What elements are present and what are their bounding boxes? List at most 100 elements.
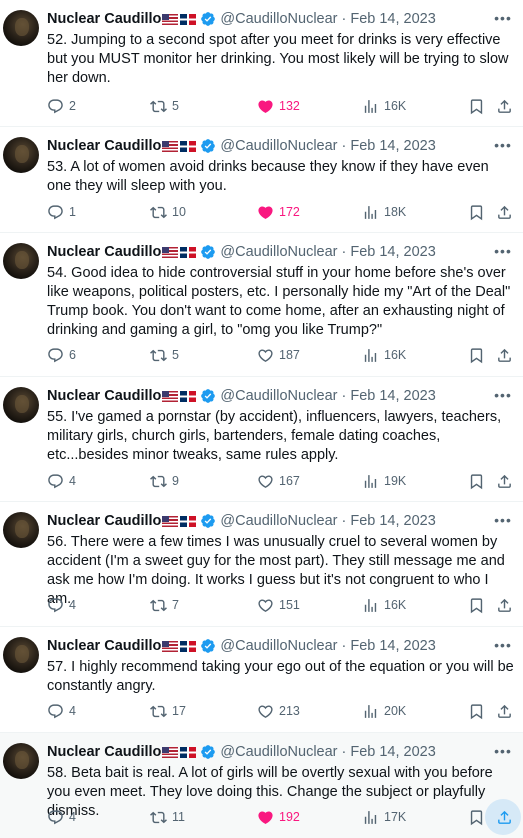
reply-button[interactable]: 4: [47, 807, 76, 827]
tweet-date[interactable]: Feb 14, 2023: [350, 138, 435, 154]
views-button[interactable]: 20K: [362, 701, 406, 721]
bookmark-icon: [470, 204, 483, 220]
separator-dot: ·: [341, 513, 347, 529]
display-name[interactable]: Nuclear Caudillo: [47, 138, 161, 154]
retweet-button[interactable]: 17: [150, 701, 186, 721]
tweet-date[interactable]: Feb 14, 2023: [350, 638, 435, 654]
views-button[interactable]: 17K: [362, 807, 406, 827]
display-name[interactable]: Nuclear Caudillo: [47, 11, 161, 27]
bookmark-button[interactable]: [468, 471, 485, 491]
more-options-icon[interactable]: •••: [493, 135, 513, 155]
tweet-date[interactable]: Feb 14, 2023: [350, 11, 435, 27]
retweet-button[interactable]: 10: [150, 202, 186, 222]
share-button[interactable]: [496, 701, 513, 721]
more-options-icon[interactable]: •••: [493, 241, 513, 261]
tweet[interactable]: Nuclear Caudillo @CaudilloNuclear · Feb …: [0, 627, 523, 733]
user-handle[interactable]: @CaudilloNuclear: [220, 388, 337, 404]
retweet-button[interactable]: 9: [150, 471, 179, 491]
retweet-button[interactable]: 5: [150, 96, 179, 116]
reply-count: 4: [69, 474, 76, 488]
avatar[interactable]: [3, 512, 39, 548]
heart-icon: [258, 704, 273, 718]
display-name[interactable]: Nuclear Caudillo: [47, 744, 161, 760]
tweet-text: 55. I've gamed a pornstar (by accident),…: [47, 409, 502, 463]
tweet-actions: 4 9 167 19K: [47, 471, 515, 491]
user-handle[interactable]: @CaudilloNuclear: [220, 513, 337, 529]
share-button[interactable]: [496, 471, 513, 491]
avatar[interactable]: [3, 10, 39, 46]
reply-button[interactable]: 4: [47, 471, 76, 491]
reply-button[interactable]: 6: [47, 345, 76, 365]
tweet-text: 53. A lot of women avoid drinks because …: [47, 159, 489, 194]
like-button[interactable]: 132: [257, 96, 300, 116]
avatar[interactable]: [3, 243, 39, 279]
share-button[interactable]: [496, 807, 513, 827]
more-options-icon[interactable]: •••: [493, 635, 513, 655]
reply-icon: [48, 703, 63, 718]
reply-button[interactable]: 4: [47, 595, 76, 615]
tweet-header: Nuclear Caudillo @CaudilloNuclear · Feb …: [47, 741, 515, 763]
reply-button[interactable]: 2: [47, 96, 76, 116]
views-button[interactable]: 16K: [362, 96, 406, 116]
bookmark-button[interactable]: [468, 345, 485, 365]
reply-count: 6: [69, 348, 76, 362]
display-name[interactable]: Nuclear Caudillo: [47, 244, 161, 260]
share-button[interactable]: [496, 345, 513, 365]
bookmark-button[interactable]: [468, 807, 485, 827]
avatar[interactable]: [3, 387, 39, 423]
retweet-count: 7: [172, 598, 179, 612]
like-button[interactable]: 167: [257, 471, 300, 491]
more-options-icon[interactable]: •••: [493, 510, 513, 530]
more-options-icon[interactable]: •••: [493, 385, 513, 405]
reply-button[interactable]: 1: [47, 202, 76, 222]
display-name[interactable]: Nuclear Caudillo: [47, 388, 161, 404]
tweet[interactable]: Nuclear Caudillo @CaudilloNuclear · Feb …: [0, 127, 523, 233]
avatar[interactable]: [3, 137, 39, 173]
tweet[interactable]: Nuclear Caudillo @CaudilloNuclear · Feb …: [0, 733, 523, 838]
tweet-date[interactable]: Feb 14, 2023: [350, 744, 435, 760]
like-button[interactable]: 213: [257, 701, 300, 721]
tweet[interactable]: Nuclear Caudillo @CaudilloNuclear · Feb …: [0, 0, 523, 127]
views-button[interactable]: 16K: [362, 595, 406, 615]
user-handle[interactable]: @CaudilloNuclear: [220, 11, 337, 27]
dominican-flag-icon: [180, 140, 197, 152]
user-handle[interactable]: @CaudilloNuclear: [220, 638, 337, 654]
share-button[interactable]: [496, 595, 513, 615]
tweet-actions: 2 5 132 16K: [47, 96, 515, 116]
retweet-button[interactable]: 11: [150, 807, 185, 827]
tweet[interactable]: Nuclear Caudillo @CaudilloNuclear · Feb …: [0, 502, 523, 627]
share-button[interactable]: [496, 96, 513, 116]
tweet-date[interactable]: Feb 14, 2023: [350, 388, 435, 404]
like-button[interactable]: 151: [257, 595, 300, 615]
bookmark-button[interactable]: [468, 96, 485, 116]
more-options-icon[interactable]: •••: [493, 741, 513, 761]
display-name[interactable]: Nuclear Caudillo: [47, 638, 161, 654]
display-name[interactable]: Nuclear Caudillo: [47, 513, 161, 529]
user-handle[interactable]: @CaudilloNuclear: [220, 744, 337, 760]
dominican-flag-icon: [180, 13, 197, 25]
tweet[interactable]: Nuclear Caudillo @CaudilloNuclear · Feb …: [0, 377, 523, 502]
tweet-actions: 1 10 172 18K: [47, 202, 515, 222]
tweet[interactable]: Nuclear Caudillo @CaudilloNuclear · Feb …: [0, 233, 523, 377]
like-button[interactable]: 172: [257, 202, 300, 222]
more-options-icon[interactable]: •••: [493, 8, 513, 28]
bookmark-button[interactable]: [468, 701, 485, 721]
views-button[interactable]: 16K: [362, 345, 406, 365]
user-handle[interactable]: @CaudilloNuclear: [220, 244, 337, 260]
views-button[interactable]: 18K: [362, 202, 406, 222]
like-button[interactable]: 187: [257, 345, 300, 365]
retweet-button[interactable]: 5: [150, 345, 179, 365]
views-button[interactable]: 19K: [362, 471, 406, 491]
user-handle[interactable]: @CaudilloNuclear: [220, 138, 337, 154]
reply-icon: [48, 98, 63, 113]
like-button[interactable]: 192: [257, 807, 300, 827]
bookmark-button[interactable]: [468, 202, 485, 222]
share-button[interactable]: [496, 202, 513, 222]
tweet-date[interactable]: Feb 14, 2023: [350, 513, 435, 529]
avatar[interactable]: [3, 637, 39, 673]
retweet-button[interactable]: 7: [150, 595, 179, 615]
bookmark-button[interactable]: [468, 595, 485, 615]
reply-button[interactable]: 4: [47, 701, 76, 721]
tweet-date[interactable]: Feb 14, 2023: [350, 244, 435, 260]
avatar[interactable]: [3, 743, 39, 779]
